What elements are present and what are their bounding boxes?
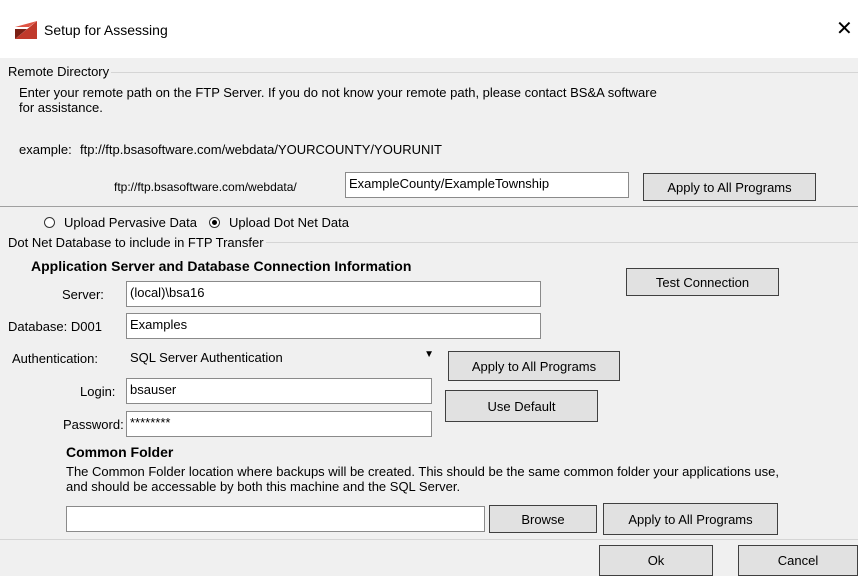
remote-apply-all-button[interactable]: Apply to All Programs [643,173,816,201]
common-folder-input[interactable] [66,506,485,532]
upload-pervasive-radio[interactable] [44,217,55,228]
example-path: ftp://ftp.bsasoftware.com/webdata/YOURCO… [80,142,442,157]
dropdown-arrow-icon[interactable]: ▼ [424,349,434,360]
section-divider [0,206,858,207]
use-default-button[interactable]: Use Default [445,390,598,422]
common-apply-all-button[interactable]: Apply to All Programs [603,503,778,535]
login-label: Login: [80,384,116,399]
password-input[interactable]: ******** [126,411,432,437]
app-logo-icon [15,21,37,39]
test-connection-button[interactable]: Test Connection [626,268,779,296]
dotnet-group-label: Dot Net Database to include in FTP Trans… [6,235,266,250]
ftp-prefix: ftp://ftp.bsasoftware.com/webdata/ [114,180,297,194]
upload-dotnet-label: Upload Dot Net Data [229,215,349,230]
close-icon[interactable]: ✕ [836,16,853,41]
database-input[interactable]: Examples [126,313,541,339]
example-label: example: [19,142,72,157]
auth-apply-all-button[interactable]: Apply to All Programs [448,351,620,381]
browse-button[interactable]: Browse [489,505,597,533]
window-title: Setup for Assessing [44,22,168,38]
server-input[interactable]: (local)\bsa16 [126,281,541,307]
upload-dotnet-radio[interactable] [209,217,220,228]
common-folder-heading: Common Folder [66,444,174,460]
server-label: Server: [62,287,104,302]
connection-heading: Application Server and Database Connecti… [31,258,412,274]
ok-button[interactable]: Ok [599,545,713,576]
footer-divider [0,539,858,540]
password-label: Password: [63,417,124,432]
authentication-value: SQL Server Authentication [130,350,283,365]
authentication-select[interactable]: SQL Server Authentication ▼ [126,346,438,370]
remote-group-border [8,72,858,73]
common-folder-description: The Common Folder location where backups… [66,464,779,494]
authentication-label: Authentication: [12,351,99,366]
remote-path-input[interactable]: ExampleCounty/ExampleTownship [345,172,629,198]
remote-instructions: Enter your remote path on the FTP Server… [19,85,657,115]
cancel-button[interactable]: Cancel [738,545,858,576]
upload-pervasive-label: Upload Pervasive Data [64,215,197,230]
login-input[interactable]: bsauser [126,378,432,404]
database-label: Database: D001 [8,319,102,334]
remote-group-label: Remote Directory [6,64,112,79]
